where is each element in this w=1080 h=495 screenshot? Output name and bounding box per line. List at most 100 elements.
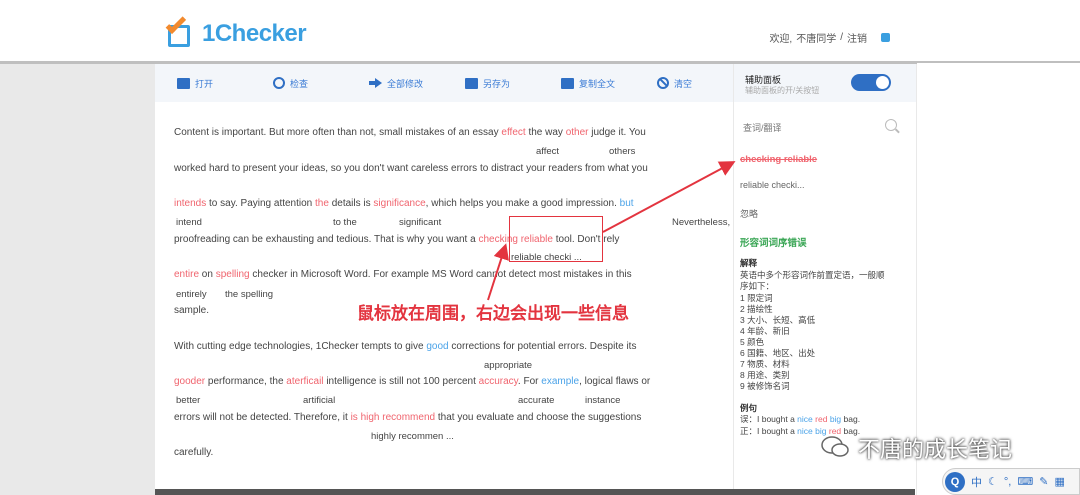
modify-all-label: 全部修改: [387, 78, 424, 89]
error-word[interactable]: entire: [174, 269, 199, 280]
watermark: 不唐的成长笔记: [858, 438, 1013, 463]
suggestion-label[interactable]: entirely: [176, 289, 207, 300]
text-span: performance, the: [205, 376, 287, 387]
text-span: on: [199, 269, 216, 280]
logo-text: 1Checker: [202, 20, 307, 47]
search-icon[interactable]: [885, 119, 897, 131]
assist-toggle[interactable]: [851, 74, 891, 91]
text-line-8: gooder performance, the aterficail intel…: [174, 376, 650, 387]
explain-text: 序如下：: [740, 281, 775, 291]
ime-toolbar[interactable]: Q 中 ☾ °, ⌨ ✎ ▦: [942, 468, 1080, 495]
suggestion-label[interactable]: artificial: [303, 395, 335, 406]
error-phrase: checking reliable: [740, 154, 818, 165]
example-word: big: [829, 414, 842, 424]
suggestion-label[interactable]: accurate: [518, 395, 554, 406]
welcome-text: 欢迎,: [769, 34, 793, 45]
lock-icon[interactable]: [881, 33, 890, 42]
error-word[interactable]: is high: [351, 412, 380, 423]
text-span: proofreading can be exhausting and tedio…: [174, 234, 479, 245]
open-button[interactable]: 打开: [155, 64, 251, 102]
grid-icon[interactable]: ▦: [1054, 475, 1064, 488]
suggestion-label[interactable]: to the: [333, 217, 357, 228]
separator: /: [840, 32, 843, 43]
suggestion-option[interactable]: reliable checki...: [740, 180, 805, 190]
ime-logo[interactable]: Q: [945, 471, 965, 492]
folder-icon: [177, 77, 190, 89]
error-type: 形容词词序错误: [740, 238, 807, 249]
error-word[interactable]: significance: [373, 198, 425, 209]
error-word[interactable]: good: [426, 341, 448, 352]
ime-lang[interactable]: 中: [971, 474, 982, 490]
open-label: 打开: [195, 78, 214, 89]
example-text: bag.: [841, 414, 861, 424]
suggestion-label[interactable]: intend: [176, 217, 202, 228]
clear-label: 清空: [674, 78, 693, 89]
error-word[interactable]: accuracy: [479, 376, 518, 387]
suggestion-label[interactable]: significant: [399, 217, 441, 228]
text-line-7: With cutting edge technologies, 1Checker…: [174, 341, 636, 352]
search-input[interactable]: 查词/翻译: [743, 121, 782, 134]
error-word[interactable]: example: [541, 376, 579, 387]
right-margin: [917, 63, 1080, 495]
bottom-bar: [155, 489, 915, 495]
text-line-5: entire on spelling checker in Microsoft …: [174, 269, 632, 280]
wrench-icon[interactable]: ✎: [1039, 475, 1048, 488]
error-word[interactable]: but: [620, 198, 634, 209]
check-label: 检查: [290, 78, 309, 89]
toolbar: 打开 检查 全部修改 另存为 复制全文 清空: [155, 64, 733, 102]
save-as-button[interactable]: 另存为: [443, 64, 539, 102]
modify-all-button[interactable]: 全部修改: [347, 64, 443, 102]
error-word[interactable]: other: [566, 127, 589, 138]
example-text: 正：I bought a: [740, 426, 798, 436]
error-word[interactable]: aterficail: [286, 376, 323, 387]
text-span: corrections for potential errors. Despit…: [448, 341, 637, 352]
ignore-button[interactable]: 忽略: [740, 207, 758, 220]
suggestion-label[interactable]: the spelling: [225, 289, 273, 300]
suggestion-label[interactable]: highly recommen ...: [371, 431, 454, 442]
text-line-10: carefully.: [174, 447, 214, 458]
clear-button[interactable]: 清空: [635, 64, 731, 102]
error-word[interactable]: intends: [174, 198, 206, 209]
suggestion-label[interactable]: better: [176, 395, 200, 406]
error-word[interactable]: recommend: [382, 412, 435, 423]
error-word[interactable]: spelling: [216, 269, 250, 280]
example-wrong: 误：I bought a nice red big bag.: [740, 413, 860, 425]
text-span: the way: [525, 127, 566, 138]
assist-panel: 辅助面板 辅助面板的开/关按钮 查词/翻译 checking reliable …: [734, 64, 916, 495]
text-span: judge it. You: [588, 127, 646, 138]
text-line-2: worked hard to present your ideas, so yo…: [174, 163, 648, 174]
clear-icon: [657, 77, 669, 89]
annotation-text: 鼠标放在周围，右边会出现一些信息: [357, 304, 629, 324]
suggestion-label[interactable]: instance: [585, 395, 620, 406]
logo[interactable]: 1Checker: [165, 13, 307, 50]
error-word[interactable]: the: [315, 198, 329, 209]
assist-subtitle: 辅助面板的开/关按钮: [745, 86, 820, 95]
user-area: 欢迎, 不唐同学 / 注销: [769, 30, 890, 45]
copy-all-label: 复制全文: [579, 78, 616, 89]
text-span: intelligence is still not 100 percent: [323, 376, 479, 387]
text-span: details is: [328, 198, 374, 209]
text-span: Content is important. But more often tha…: [174, 127, 502, 138]
error-word[interactable]: gooder: [174, 376, 205, 387]
suggestion-label[interactable]: affect: [536, 146, 559, 157]
suggestion-label[interactable]: Nevertheless,: [672, 217, 730, 228]
checkbox-logo-icon: [165, 13, 200, 49]
app-page: 1Checker 欢迎, 不唐同学 / 注销 打开 检查 全部修改 另存为 复制…: [0, 0, 1080, 495]
punctuation-icon[interactable]: °,: [1004, 476, 1011, 488]
magnifier-icon: [273, 77, 285, 89]
text-line-3: intends to say. Paying attention the det…: [174, 198, 634, 209]
username[interactable]: 不唐同学: [796, 30, 836, 45]
text-span: errors will not be detected. Therefore, …: [174, 412, 351, 423]
suggestion-label[interactable]: others: [609, 146, 635, 157]
example-word: red: [815, 414, 828, 424]
keyboard-icon[interactable]: ⌨: [1017, 475, 1033, 488]
copy-all-button[interactable]: 复制全文: [539, 64, 635, 102]
explain-heading: 解释: [740, 258, 758, 268]
text-line-6: sample.: [174, 305, 210, 316]
logout-link[interactable]: 注销: [847, 30, 867, 45]
suggestion-label[interactable]: appropriate: [484, 360, 532, 371]
check-button[interactable]: 检查: [251, 64, 347, 102]
error-word[interactable]: effect: [501, 127, 525, 138]
wechat-icon: [821, 436, 849, 457]
moon-icon[interactable]: ☾: [988, 475, 998, 488]
